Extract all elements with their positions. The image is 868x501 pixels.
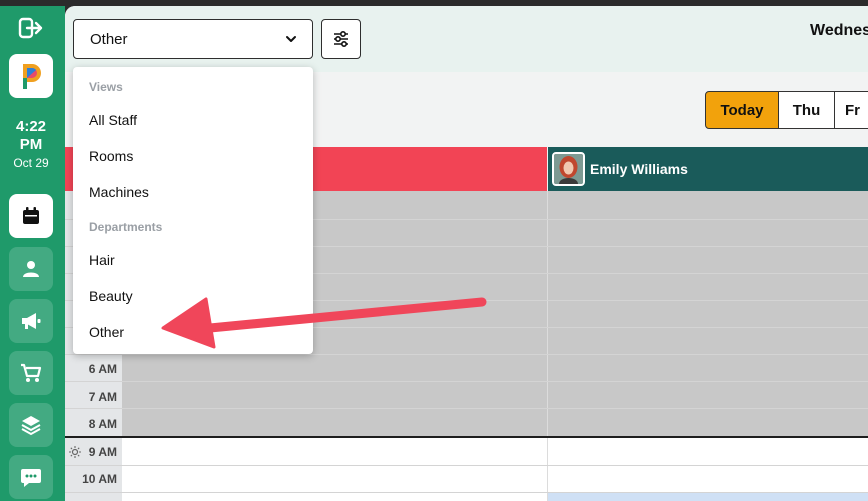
layers-icon [21,416,41,436]
time-label: 9 AM [88,445,117,459]
chevron-down-icon [286,36,296,42]
sliders-icon [334,30,348,48]
cart-icon [21,363,42,382]
staff-column-header[interactable]: Emily Williams [548,147,868,191]
staff-name: Emily Williams [590,161,688,177]
dropdown-item-all-staff[interactable]: All Staff [73,102,313,138]
staff-photo [554,154,583,184]
grid-line [65,465,868,466]
exit-icon[interactable] [18,17,44,39]
calendar-nav-button[interactable] [9,194,53,238]
marketing-nav-button[interactable] [9,299,53,343]
calendar-toolbar: Other Wednes [65,6,868,72]
clock: 4:22 PM Oct 29 [0,118,62,171]
clock-date: Oct 29 [13,156,49,170]
fri-button[interactable]: Fr [835,91,868,129]
calendar-icon [23,207,39,224]
view-select[interactable]: Other [73,19,313,59]
time-label: 6 AM [88,362,117,376]
shop-nav-button[interactable] [9,351,53,395]
dropdown-item-machines[interactable]: Machines [73,174,313,210]
dropdown-item-hair[interactable]: Hair [73,242,313,278]
sidebar: 4:22 PM Oct 29 [0,6,65,501]
thu-button[interactable]: Thu [779,91,835,129]
app-logo[interactable] [9,54,53,98]
grid-line [65,354,868,355]
dropdown-section-heading: Views [89,80,123,94]
view-dropdown-menu: Views All Staff Rooms Machines Departmen… [73,67,313,354]
time-label: 8 AM [88,417,117,431]
clients-nav-button[interactable] [9,247,53,291]
dropdown-item-rooms[interactable]: Rooms [73,138,313,174]
app-logo-mark [23,64,41,89]
appointment-block[interactable] [548,492,868,501]
megaphone-icon [22,313,41,329]
dropdown-section-heading: Departments [89,220,163,234]
day-navigation: Today Thu Fr [705,91,868,129]
person-icon [23,261,39,277]
clock-time: 4:22 [15,118,47,135]
grid-line [65,381,868,382]
view-select-value: Other [90,30,128,48]
day-start-line [65,436,868,438]
time-label: 7 AM [88,390,117,404]
today-button[interactable]: Today [705,91,779,129]
grid-line [65,492,868,493]
date-heading: Wednes [810,22,868,39]
column-divider [547,191,548,501]
messages-nav-button[interactable] [9,455,53,499]
chat-icon [21,469,41,487]
clock-ampm: PM [19,136,43,153]
time-label: 10 AM [82,472,117,486]
dropdown-item-other[interactable]: Other [73,314,313,350]
inventory-nav-button[interactable] [9,403,53,447]
grid-line [65,408,868,409]
filter-settings-button[interactable] [321,19,361,59]
avatar [552,152,585,186]
dropdown-item-beauty[interactable]: Beauty [73,278,313,314]
